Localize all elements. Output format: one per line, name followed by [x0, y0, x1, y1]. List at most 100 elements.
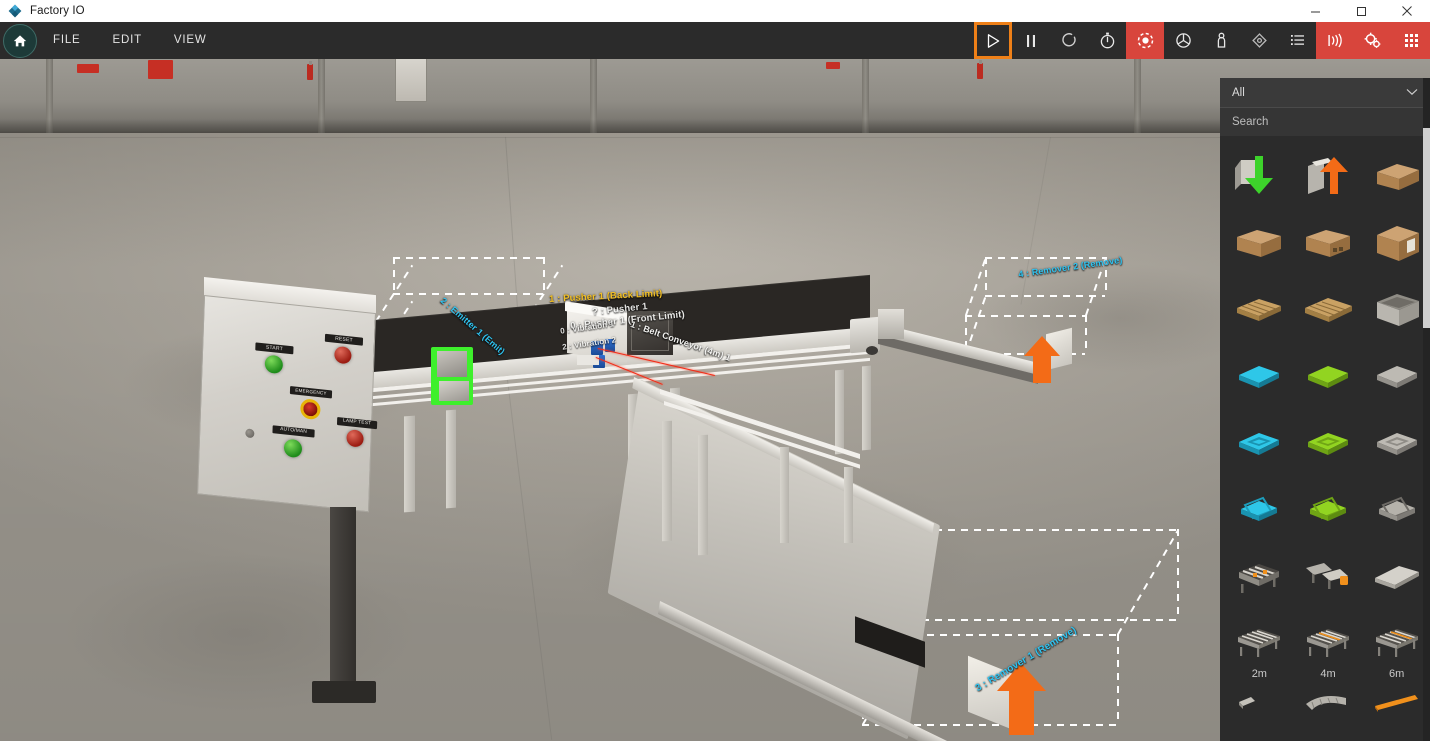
warehouse-door: [395, 59, 427, 102]
home-icon: [13, 34, 27, 46]
palette-item-plate-panel[interactable]: [1363, 544, 1430, 611]
palette-item-box-medium-printed[interactable]: [1295, 209, 1362, 276]
start-button[interactable]: [264, 354, 284, 375]
palette-item-box-medium-plain[interactable]: [1226, 209, 1293, 276]
minimize-button[interactable]: [1292, 0, 1338, 22]
menu-view[interactable]: VIEW: [158, 22, 223, 59]
cardboard-box-printed-icon: [1302, 221, 1354, 265]
palette-row: [1220, 142, 1430, 209]
maximize-button[interactable]: [1338, 0, 1384, 22]
palette-item-pad-grey-frame[interactable]: [1363, 477, 1430, 544]
palette-item-pad-green[interactable]: [1295, 343, 1362, 410]
emitter-1[interactable]: [425, 347, 485, 415]
remover-2[interactable]: [1020, 327, 1080, 389]
menu-file[interactable]: FILE: [37, 22, 97, 59]
roller-conveyor-icon: [1371, 623, 1423, 667]
pad-green-frame-icon: [1302, 489, 1354, 533]
scene-list-button[interactable]: [1278, 22, 1316, 59]
pad-blue-raised-icon: [1233, 422, 1285, 466]
palette-scrollbar-track[interactable]: [1423, 78, 1430, 741]
cardboard-box-small-icon: [1371, 154, 1423, 198]
window-title: Factory IO: [30, 5, 85, 17]
orange-guide-bar-icon: [1371, 690, 1423, 734]
palette-item-pad-blue-raised[interactable]: [1226, 410, 1293, 477]
auto-man-button[interactable]: [283, 438, 303, 459]
palette-item-pad-green-raised[interactable]: [1295, 410, 1362, 477]
factory-io-window: Factory IO FILE EDIT VIEW START RESET EM…: [0, 0, 1430, 741]
wall-sign: [77, 64, 99, 73]
close-button[interactable]: [1384, 0, 1430, 22]
flat-plate-icon: [1371, 556, 1423, 600]
plastic-crate-icon: [1371, 288, 1423, 332]
menu-toolbar: FILE EDIT VIEW: [0, 22, 1430, 59]
sensors-button[interactable]: [1316, 22, 1354, 59]
palette-item-orange-bar[interactable]: [1363, 678, 1430, 741]
list-icon: [1290, 35, 1304, 45]
palette-item-remover[interactable]: [1295, 142, 1362, 209]
remover-orange-up-arrow-icon: [1302, 154, 1354, 198]
palette-item-roller-conveyor-4m[interactable]: 4m: [1295, 611, 1362, 680]
operator-control-panel[interactable]: START RESET EMERGENCY AUTO/MAN LAMP TEST: [197, 277, 400, 703]
palette-item-box-large[interactable]: [1363, 209, 1430, 276]
timescale-button[interactable]: [1088, 22, 1126, 59]
grid-dots-icon: [1404, 34, 1418, 47]
toolbar: [974, 22, 1430, 59]
palette-item-emitter[interactable]: [1226, 142, 1293, 209]
pad-green-raised-icon: [1302, 422, 1354, 466]
pause-button[interactable]: [1012, 22, 1050, 59]
play-button[interactable]: [974, 22, 1012, 59]
palette-item-pallet-wide[interactable]: [1295, 276, 1362, 343]
chevron-down-icon: [1406, 87, 1418, 99]
lamp-indicator[interactable]: [346, 429, 364, 448]
auto-man-label: AUTO/MAN: [272, 425, 315, 438]
palette-item-roller-conveyor-2m[interactable]: 2m: [1226, 611, 1293, 680]
palette-item-small-bracket[interactable]: [1226, 678, 1293, 741]
pusher-1[interactable]: [565, 297, 675, 377]
remover-orange-up-arrow: [1024, 336, 1060, 383]
gears-icon: [1364, 32, 1381, 48]
palette-item-pad-blue[interactable]: [1226, 343, 1293, 410]
first-person-button[interactable]: [1202, 22, 1240, 59]
menu-edit[interactable]: EDIT: [97, 22, 158, 59]
palette-items-grid[interactable]: 2m 4m 6m: [1220, 136, 1430, 741]
palette-button[interactable]: [1392, 22, 1430, 59]
home-button[interactable]: [3, 23, 37, 58]
emergency-stop-label: EMERGENCY: [289, 386, 333, 399]
remover-1[interactable]: [968, 655, 1058, 741]
lamp-test-label: LAMP TEST: [336, 417, 378, 430]
palette-item-roller-conveyor-unit[interactable]: [1226, 544, 1293, 611]
palette-item-crate[interactable]: [1363, 276, 1430, 343]
reset-button-panel[interactable]: [334, 345, 352, 365]
camera-orbit-button[interactable]: [1164, 22, 1202, 59]
palette-scrollbar-thumb[interactable]: [1423, 128, 1430, 328]
palette-panel: All Search 2m 4m 6m: [1220, 78, 1430, 741]
palette-category-select[interactable]: All: [1220, 78, 1430, 108]
palette-item-roller-conveyor-6m[interactable]: 6m: [1363, 611, 1430, 680]
palette-item-curved-chute[interactable]: [1295, 678, 1362, 741]
fire-extinguisher-icon: [307, 61, 313, 80]
palette-item-pad-blue-frame[interactable]: [1226, 477, 1293, 544]
palette-row: [1220, 544, 1430, 611]
globe-orbit-icon: [1175, 33, 1191, 48]
palette-item-pad-green-frame[interactable]: [1295, 477, 1362, 544]
record-button[interactable]: [1126, 22, 1164, 59]
reset-loop-icon: [1061, 33, 1076, 47]
pause-icon: [1027, 34, 1035, 47]
palette-item-curved-conveyor[interactable]: [1295, 544, 1362, 611]
palette-item-pad-grey-raised[interactable]: [1363, 410, 1430, 477]
conveyor-support-frame: [660, 389, 870, 543]
roller-conveyor-short-icon: [1233, 556, 1285, 600]
wooden-pallet-wide-icon: [1302, 288, 1354, 332]
person-icon: [1217, 32, 1225, 48]
drivers-button[interactable]: [1354, 22, 1392, 59]
palette-search-input[interactable]: Search: [1220, 108, 1430, 136]
palette-item-pallet-euro[interactable]: [1226, 276, 1293, 343]
palette-item-box-small[interactable]: [1363, 142, 1430, 209]
fly-camera-button[interactable]: [1240, 22, 1278, 59]
palette-item-pad-grey[interactable]: [1363, 343, 1430, 410]
emergency-stop-button[interactable]: [300, 398, 321, 421]
reset-button[interactable]: [1050, 22, 1088, 59]
wall-sign: [148, 60, 173, 79]
cardboard-box-large-icon: [1371, 221, 1423, 265]
scene-viewport[interactable]: START RESET EMERGENCY AUTO/MAN LAMP TEST: [0, 59, 1430, 741]
